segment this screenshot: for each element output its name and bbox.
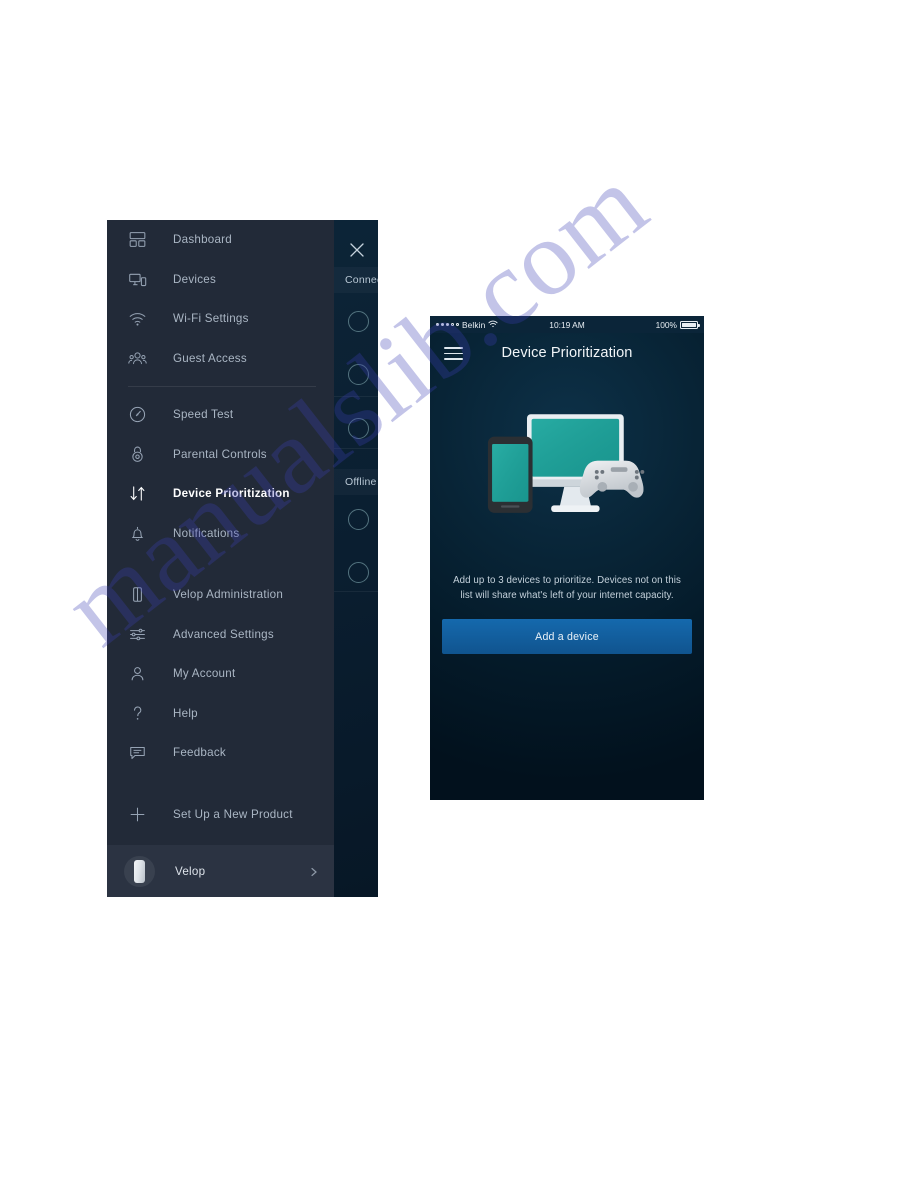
devices-monitor-phone-icon: [128, 268, 154, 290]
device-avatar-circle-icon[interactable]: [348, 364, 369, 385]
drawer-divider: [128, 386, 316, 387]
device-avatar-circle-icon[interactable]: [348, 509, 369, 530]
list-divider: [332, 591, 378, 592]
bell-icon: [128, 522, 154, 544]
prioritization-description: Add up to 3 devices to prioritize. Devic…: [453, 575, 681, 602]
page-title: Device Prioritization: [501, 345, 633, 361]
speech-bubble-icon: [128, 742, 154, 764]
sidebar-item-velop-administration[interactable]: Velop Administration: [107, 575, 334, 615]
sidebar-item-label: Advanced Settings: [173, 627, 274, 641]
device-avatar-circle-icon[interactable]: [348, 562, 369, 583]
device-avatar-circle-icon[interactable]: [348, 311, 369, 332]
question-mark-icon: [128, 702, 154, 724]
drawer-screenshot: Connected Offline: [107, 220, 378, 897]
drawer-footer-label: Velop: [175, 864, 206, 878]
status-bar-right: 100%: [655, 319, 700, 330]
sidebar-item-help[interactable]: Help: [107, 694, 334, 734]
sidebar-item-label: Notifications: [173, 526, 240, 540]
sidebar-item-wifi-settings[interactable]: Wi-Fi Settings: [107, 299, 334, 339]
sidebar-item-label: Devices: [173, 272, 216, 286]
section-header-connected: Connected: [345, 274, 378, 286]
list-divider: [332, 396, 378, 397]
sidebar-item-advanced-settings[interactable]: Advanced Settings: [107, 615, 334, 655]
velop-node-icon: [128, 584, 154, 606]
sidebar-item-label: Parental Controls: [173, 447, 267, 461]
phone-screenshot: Belkin 10:19 AM 100% Device Prioritizati…: [430, 316, 704, 800]
sidebar-item-label: Velop Administration: [173, 588, 284, 602]
wifi-signal-icon: [128, 308, 154, 330]
device-avatar-circle-icon[interactable]: [348, 418, 369, 439]
battery-full-icon: [680, 320, 700, 329]
drawer-footer-velop[interactable]: Velop: [107, 845, 334, 897]
sidebar-item-label: My Account: [173, 667, 236, 681]
sidebar-item-notifications[interactable]: Notifications: [107, 514, 334, 554]
person-icon: [128, 663, 154, 685]
velop-node-avatar-icon: [124, 855, 155, 887]
sidebar-item-parental-controls[interactable]: Parental Controls: [107, 435, 334, 475]
sidebar-item-label: Set Up a New Product: [173, 807, 293, 821]
drawer-menu-list: Dashboard Devices Wi-Fi Settings Guest A…: [107, 220, 334, 834]
phone-status-bar: Belkin 10:19 AM 100%: [430, 316, 704, 333]
up-down-arrows-icon: [128, 483, 154, 505]
page-canvas: Connected Offline: [0, 0, 918, 1188]
phone-nav-bar: Device Prioritization: [430, 333, 704, 373]
chevron-right-icon[interactable]: [308, 865, 320, 877]
navigation-drawer: Dashboard Devices Wi-Fi Settings Guest A…: [107, 220, 334, 897]
sidebar-item-label: Feedback: [173, 746, 226, 760]
add-a-device-button[interactable]: Add a device: [442, 619, 692, 655]
drawer-spacer: [107, 553, 334, 575]
sidebar-item-my-account[interactable]: My Account: [107, 654, 334, 694]
dashboard-grid-icon: [128, 229, 154, 251]
devices-monitor-phone-gamepad-illustration: [430, 373, 704, 569]
sidebar-item-guest-access[interactable]: Guest Access: [107, 339, 334, 379]
sidebar-item-dashboard[interactable]: Dashboard: [107, 220, 334, 260]
padlock-icon: [128, 443, 154, 465]
sidebar-item-label: Guest Access: [173, 351, 247, 365]
velop-node-shape: [134, 859, 145, 883]
sliders-icon: [128, 623, 154, 645]
sidebar-item-label: Speed Test: [173, 408, 234, 422]
battery-percent-label: 100%: [655, 319, 677, 330]
sidebar-item-device-prioritization[interactable]: Device Prioritization: [107, 474, 334, 514]
sidebar-item-speed-test[interactable]: Speed Test: [107, 395, 334, 435]
section-header-offline: Offline: [345, 476, 377, 488]
sidebar-item-label: Wi-Fi Settings: [173, 312, 249, 326]
close-x-icon[interactable]: [347, 240, 367, 260]
sidebar-item-set-up-a-new-product[interactable]: Set Up a New Product: [107, 795, 334, 835]
sidebar-item-feedback[interactable]: Feedback: [107, 733, 334, 773]
plus-icon: [128, 803, 154, 825]
sidebar-item-devices[interactable]: Devices: [107, 260, 334, 300]
hamburger-menu-icon[interactable]: [444, 347, 463, 360]
sidebar-item-label: Device Prioritization: [173, 487, 290, 501]
drawer-spacer: [107, 773, 334, 795]
sidebar-item-label: Help: [173, 706, 198, 720]
speedometer-gauge-icon: [128, 404, 154, 426]
list-divider: [332, 448, 378, 449]
guest-group-icon: [128, 347, 154, 369]
sidebar-item-label: Dashboard: [173, 233, 232, 247]
